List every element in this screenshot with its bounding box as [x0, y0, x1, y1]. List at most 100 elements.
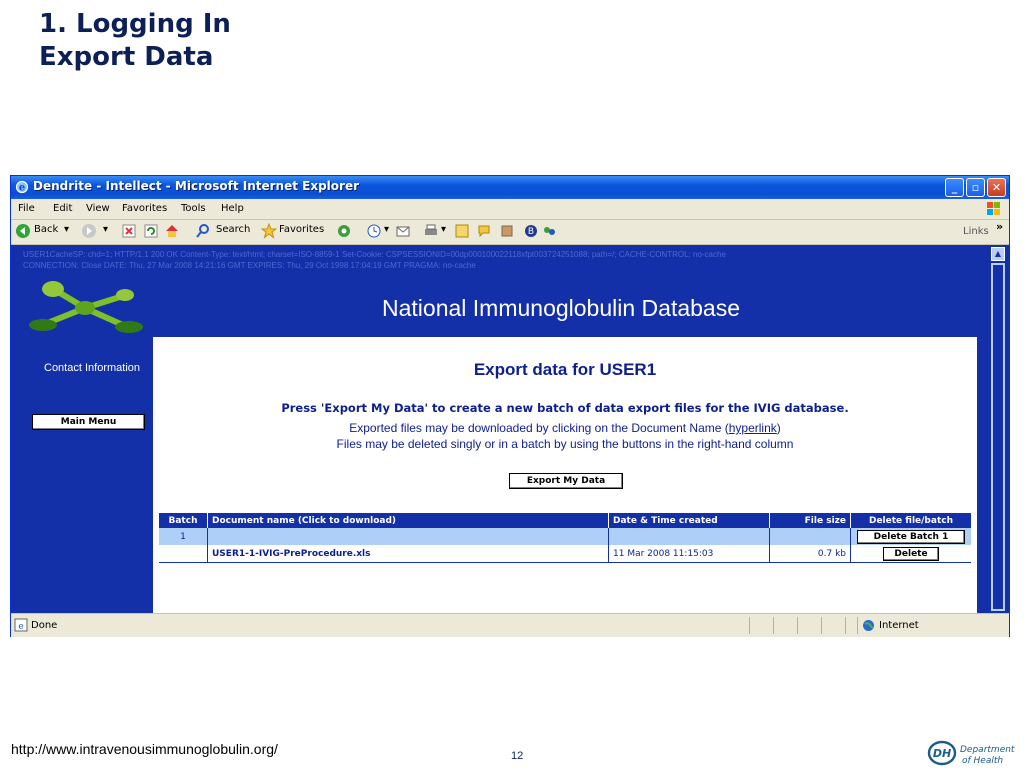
- print-icon[interactable]: [423, 223, 439, 239]
- search-icon[interactable]: [195, 223, 211, 239]
- windows-flag-icon: [987, 202, 1000, 215]
- search-button[interactable]: Search: [216, 224, 250, 235]
- site-title: National Immunoglobulin Database: [382, 295, 740, 321]
- menu-view[interactable]: View: [86, 203, 110, 214]
- page-done-icon: e: [14, 618, 28, 632]
- svg-text:B: B: [528, 227, 534, 237]
- contact-information-link[interactable]: Contact Information: [27, 362, 157, 374]
- browser-window: e Dendrite - Intellect - Microsoft Inter…: [10, 175, 1010, 637]
- security-zone-text: Internet: [879, 620, 919, 631]
- stop-icon[interactable]: [121, 223, 137, 239]
- header-date-created: Date & Time created: [608, 513, 770, 528]
- department-of-health-logo: DH Department of Health: [927, 740, 1015, 766]
- forward-dropdown-icon[interactable]: ▾: [103, 224, 108, 235]
- header-document-name: Document name (Click to download): [207, 513, 609, 528]
- menu-favorites[interactable]: Favorites: [122, 203, 167, 214]
- research-icon[interactable]: [499, 223, 515, 239]
- links-more-icon[interactable]: »: [996, 220, 1003, 233]
- file-created: 11 Mar 2008 11:15:03: [608, 545, 770, 563]
- status-divider: [797, 617, 798, 634]
- messenger-icon[interactable]: B: [523, 223, 539, 239]
- dh-logo-abbr: DH: [933, 747, 951, 760]
- status-divider: [773, 617, 774, 634]
- table-header-row: Batch Document name (Click to download) …: [159, 513, 971, 528]
- table-row-batch: 1 Delete Batch 1: [159, 528, 971, 545]
- ie-logo-icon: e: [15, 180, 29, 194]
- forward-icon[interactable]: [81, 223, 97, 239]
- batch-delete-cell: Delete Batch 1: [850, 528, 971, 545]
- delete-batch-button[interactable]: Delete Batch 1: [857, 529, 965, 544]
- export-instruction: Press 'Export My Data' to create a new b…: [281, 401, 849, 415]
- status-divider: [857, 617, 858, 634]
- export-files-table: Batch Document name (Click to download) …: [159, 513, 971, 563]
- dh-logo-line1: Department: [960, 745, 1015, 755]
- close-button[interactable]: ✕: [987, 178, 1006, 197]
- scroll-up-arrow-icon[interactable]: ▲: [991, 247, 1005, 261]
- back-button[interactable]: Back: [34, 224, 58, 235]
- page-number: 12: [511, 750, 524, 762]
- messenger-people-icon[interactable]: [541, 223, 557, 239]
- home-icon[interactable]: [164, 223, 180, 239]
- status-bar: e Done Internet: [11, 613, 1009, 637]
- discuss-icon[interactable]: [477, 223, 493, 239]
- back-icon[interactable]: [15, 223, 31, 239]
- batch-size-cell: [769, 528, 851, 545]
- http-header-text-line2: CONNECTION: Close DATE: Thu, 27 Mar 2008…: [23, 261, 476, 270]
- delete-file-button[interactable]: Delete: [883, 546, 939, 561]
- main-content: Export data for USER1 Press 'Export My D…: [153, 337, 977, 613]
- file-batch-cell: [159, 545, 208, 563]
- page-viewport: USER1CacheSP: chd=1; HTTP/1.1 200 OK Con…: [11, 245, 989, 613]
- footer-url: http://www.intravenousimmunoglobulin.org…: [11, 741, 278, 757]
- history-icon[interactable]: [366, 223, 382, 239]
- svg-text:e: e: [18, 622, 23, 632]
- download-info-pre: Exported files may be downloaded by clic…: [349, 421, 729, 435]
- molecule-logo-icon: [29, 281, 143, 333]
- batch-date-cell: [608, 528, 770, 545]
- print-dropdown-icon[interactable]: ▾: [441, 224, 446, 235]
- export-my-data-button[interactable]: Export My Data: [509, 473, 623, 489]
- menu-help[interactable]: Help: [221, 203, 244, 214]
- batch-number: 1: [159, 528, 208, 545]
- scroll-thumb[interactable]: [991, 263, 1005, 611]
- window-title: Dendrite - Intellect - Microsoft Interne…: [33, 179, 360, 193]
- export-heading: Export data for USER1: [473, 360, 657, 379]
- file-name-link[interactable]: USER1-1-IVIG-PreProcedure.xls: [207, 545, 609, 563]
- history-dropdown-icon[interactable]: ▾: [384, 224, 389, 235]
- toolbar: Back ▾ ▾ Search Favorites ▾ ▾ B Links »: [11, 220, 1009, 245]
- favorites-button[interactable]: Favorites: [279, 224, 324, 235]
- menu-file[interactable]: File: [18, 203, 35, 214]
- http-header-text-line1: USER1CacheSP: chd=1; HTTP/1.1 200 OK Con…: [23, 250, 726, 259]
- media-icon[interactable]: [336, 223, 352, 239]
- header-file-size: File size: [769, 513, 851, 528]
- header-delete: Delete file/batch: [850, 513, 971, 528]
- main-menu-button[interactable]: Main Menu: [32, 414, 145, 430]
- menu-bar: File Edit View Favorites Tools Help: [11, 199, 1009, 220]
- table-row-file: USER1-1-IVIG-PreProcedure.xls 11 Mar 200…: [159, 545, 971, 563]
- menu-edit[interactable]: Edit: [53, 203, 72, 214]
- slide-title-line1: 1. Logging In: [39, 9, 231, 39]
- status-divider: [845, 617, 846, 634]
- batch-doc-cell: [207, 528, 609, 545]
- hyperlink-text: hyperlink: [728, 421, 777, 435]
- dh-logo-line2: of Health: [962, 756, 1003, 766]
- favorites-star-icon[interactable]: [261, 223, 277, 239]
- refresh-icon[interactable]: [143, 223, 159, 239]
- minimize-button[interactable]: _: [945, 178, 964, 197]
- internet-globe-icon: [863, 620, 874, 631]
- edit-icon[interactable]: [454, 223, 470, 239]
- slide-title: 1. Logging In Export Data: [39, 8, 231, 74]
- back-dropdown-icon[interactable]: ▾: [64, 224, 69, 235]
- delete-info: Files may be deleted singly or in a batc…: [336, 437, 794, 451]
- svg-text:e: e: [19, 183, 25, 194]
- mail-icon[interactable]: [395, 223, 411, 239]
- links-label[interactable]: Links: [963, 226, 989, 237]
- download-info-post: ): [776, 421, 781, 435]
- window-titlebar: e Dendrite - Intellect - Microsoft Inter…: [11, 176, 1009, 199]
- vertical-scrollbar[interactable]: ▲: [989, 245, 1009, 613]
- menu-tools[interactable]: Tools: [181, 203, 206, 214]
- file-size: 0.7 kb: [769, 545, 851, 563]
- maximize-button[interactable]: ▫: [966, 178, 985, 197]
- file-delete-cell: Delete: [850, 545, 971, 563]
- header-batch: Batch: [159, 513, 208, 528]
- status-text: Done: [31, 620, 58, 631]
